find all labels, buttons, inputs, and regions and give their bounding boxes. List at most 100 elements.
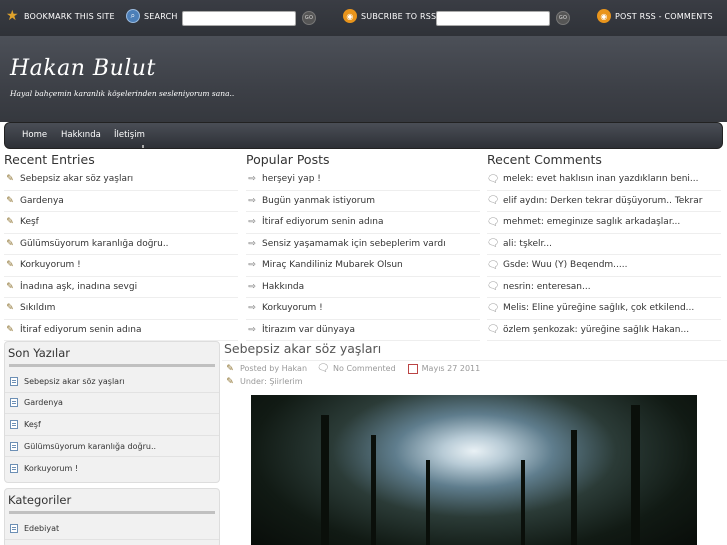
list-item[interactable]: ✎ Sebepsiz akar söz yaşları <box>4 169 238 191</box>
list-item[interactable]: ✎ Keşf <box>4 212 238 234</box>
nav-item-hakkinda[interactable]: Hakkında <box>61 130 101 140</box>
list-item[interactable]: 🗨 melek: evet haklısın inan yazdıkların b… <box>487 169 721 191</box>
arrow-right-icon: ⇨ <box>248 174 256 185</box>
list-item[interactable]: 🗨 özlem şenkozak: yüreğine sağlık Hakan..… <box>487 320 721 341</box>
tree-trunk <box>571 430 577 545</box>
list-item[interactable]: ⇨ Hakkında <box>246 277 480 298</box>
comment-link[interactable]: mehmet: emeginıze saglık arkadaşlar... <box>503 217 680 227</box>
arrow-right-icon: ⇨ <box>248 303 256 314</box>
sidebar-post-link[interactable]: Keşf <box>24 420 41 429</box>
son-yazilar-heading: Son Yazılar <box>8 346 70 360</box>
list-item[interactable]: ✎ Gardenya <box>4 191 238 212</box>
list-item[interactable]: 🗨 Melis: Eline yüreğine sağlık, çok etkil… <box>487 298 721 320</box>
post-meta-line: ✎ Posted by Hakan 🗨 No Commented Mayıs 2… <box>224 363 480 374</box>
subscribe-go-button[interactable]: GO <box>556 11 570 25</box>
comment-link[interactable]: Melis: Eline yüreğine sağlık, çok etkile… <box>503 303 694 313</box>
list-item[interactable]: ⇨ Korkuyorum ! <box>246 298 480 320</box>
sidebar-post-link[interactable]: Sebepsiz akar söz yaşları <box>24 377 125 386</box>
list-item[interactable]: ✎ Gülümsüyorum karanlığa doğru.. <box>4 234 238 255</box>
popular-post-link[interactable]: Bugün yanmak istiyorum <box>262 196 375 206</box>
search-input[interactable] <box>182 11 296 26</box>
list-item[interactable]: Gardenya <box>5 393 219 415</box>
comment-link[interactable]: özlem şenkozak: yüreğine sağlık Hakan... <box>503 325 689 335</box>
entry-link[interactable]: Keşf <box>20 217 39 227</box>
list-item[interactable]: ⇨ İtiraf ediyorum senin adına <box>246 212 480 234</box>
list-item[interactable]: Korkuyorum ! <box>5 457 219 479</box>
bookmark-label: BOOKMARK THIS SITE <box>24 11 115 21</box>
comment-bubble-icon: 🗨 <box>487 324 500 336</box>
comment-bubble-icon: 🗨 <box>487 216 500 228</box>
popular-post-link[interactable]: İtiraf ediyorum senin adına <box>262 217 384 227</box>
sidebar-post-link[interactable]: Korkuyorum ! <box>24 464 78 473</box>
popular-post-link[interactable]: Hakkında <box>262 282 304 292</box>
popular-post-link[interactable]: İtirazım var dünyaya <box>262 325 355 335</box>
post-category[interactable]: Under: Şiirlerim <box>240 377 303 386</box>
popular-posts-heading: Popular Posts <box>246 152 330 167</box>
list-item[interactable]: 🗨 elif aydın: Derken tekrar düşüyorum.. T… <box>487 191 721 212</box>
post-rss-link[interactable]: ◉ POST RSS - COMMENTS <box>597 9 713 23</box>
subscribe-rss-link[interactable]: ◉ SUBCRIBE TO RSS <box>343 9 436 23</box>
entry-link[interactable]: Gardenya <box>20 196 64 206</box>
sidebar-post-link[interactable]: Gardenya <box>24 398 63 407</box>
list-item[interactable]: 🗨 nesrin: enteresan... <box>487 277 721 298</box>
subscribe-email-input[interactable] <box>436 11 550 26</box>
category-link[interactable]: Edebiyat <box>24 524 59 533</box>
pencil-icon: ✎ <box>6 303 14 314</box>
page-icon <box>10 398 18 408</box>
popular-post-link[interactable]: Korkuyorum ! <box>262 303 323 313</box>
entry-link[interactable]: İnadına aşk, inadına sevgi <box>20 282 137 292</box>
entry-link[interactable]: Sıkıldım <box>20 303 55 313</box>
popular-post-link[interactable]: herşeyi yap ! <box>262 174 321 184</box>
list-item[interactable]: ✎ İtiraf ediyorum senin adına <box>4 320 238 341</box>
list-item[interactable]: ⇨ Sensiz yaşamamak için sebeplerim vardı <box>246 234 480 255</box>
nav-item-home[interactable]: Home <box>22 130 47 140</box>
recent-comments-heading: Recent Comments <box>487 152 602 167</box>
list-item[interactable]: ⇨ İtirazım var dünyaya <box>246 320 480 341</box>
entry-link[interactable]: İtiraf ediyorum senin adına <box>20 325 142 335</box>
entry-link[interactable]: Korkuyorum ! <box>20 260 81 270</box>
list-item[interactable]: ⇨ Bugün yanmak istiyorum <box>246 191 480 212</box>
entry-link[interactable]: Gülümsüyorum karanlığa doğru.. <box>20 239 169 249</box>
nav-item-iletisim[interactable]: İletişim <box>114 130 145 140</box>
comment-link[interactable]: Gsde: Wuu (Y) Beqendm..... <box>503 260 627 270</box>
popular-post-link[interactable]: Sensiz yaşamamak için sebeplerim vardı <box>262 239 446 249</box>
comment-link[interactable]: melek: evet haklısın inan yazdıkların be… <box>503 174 699 184</box>
list-item[interactable]: ✎ Sıkıldım <box>4 298 238 320</box>
list-item[interactable]: 🗨 Gsde: Wuu (Y) Beqendm..... <box>487 255 721 277</box>
post-image-forest <box>251 395 697 545</box>
list-item[interactable]: Gülümsüyorum karanlığa doğru.. <box>5 436 219 458</box>
post-author[interactable]: Posted by Hakan <box>240 364 307 373</box>
pencil-icon: ✎ <box>6 281 14 292</box>
comment-link[interactable]: ali: tşkelr... <box>503 239 552 249</box>
comment-link[interactable]: elif aydın: Derken tekrar düşüyorum.. Te… <box>503 196 702 206</box>
site-description: Hayal bahçemin karanlık köşelerinden ses… <box>10 89 235 98</box>
comment-bubble-icon: 🗨 <box>487 195 500 207</box>
post-comments[interactable]: No Commented <box>333 364 396 373</box>
list-item[interactable]: ⇨ Miraç Kandiliniz Mubarek Olsun <box>246 255 480 277</box>
list-item[interactable]: Keşf <box>5 414 219 436</box>
list-item[interactable]: Edebiyat <box>5 518 219 540</box>
divider <box>9 511 215 514</box>
list-item[interactable]: ✎ Korkuyorum ! <box>4 255 238 277</box>
recent-entries-heading: Recent Entries <box>4 152 95 167</box>
pencil-icon: ✎ <box>6 217 14 228</box>
search-go-button[interactable]: GO <box>302 11 316 25</box>
nav-active-indicator <box>142 145 144 148</box>
arrow-right-icon: ⇨ <box>248 324 256 335</box>
tree-trunk <box>371 435 376 545</box>
kategoriler-widget: Kategoriler Edebiyat <box>4 488 220 545</box>
star-icon: ★ <box>6 8 19 24</box>
list-item[interactable]: 🗨 mehmet: emeginıze saglık arkadaşlar... <box>487 212 721 234</box>
comment-link[interactable]: nesrin: enteresan... <box>503 282 591 292</box>
list-item[interactable]: ✎ İnadına aşk, inadına sevgi <box>4 277 238 298</box>
list-item[interactable]: 🗨 ali: tşkelr... <box>487 234 721 255</box>
sidebar-post-link[interactable]: Gülümsüyorum karanlığa doğru.. <box>24 442 156 451</box>
bookmark-link[interactable]: ★ BOOKMARK THIS SITE <box>6 9 115 23</box>
site-title[interactable]: Hakan Bulut <box>10 56 156 81</box>
list-item[interactable]: ⇨ herşeyi yap ! <box>246 169 480 191</box>
popular-post-link[interactable]: Miraç Kandiliniz Mubarek Olsun <box>262 260 403 270</box>
search-icon: ⌕ <box>126 9 140 23</box>
post-title[interactable]: Sebepsiz akar söz yaşları <box>222 341 727 361</box>
list-item[interactable]: Sebepsiz akar söz yaşları <box>5 371 219 393</box>
entry-link[interactable]: Sebepsiz akar söz yaşları <box>20 174 133 184</box>
